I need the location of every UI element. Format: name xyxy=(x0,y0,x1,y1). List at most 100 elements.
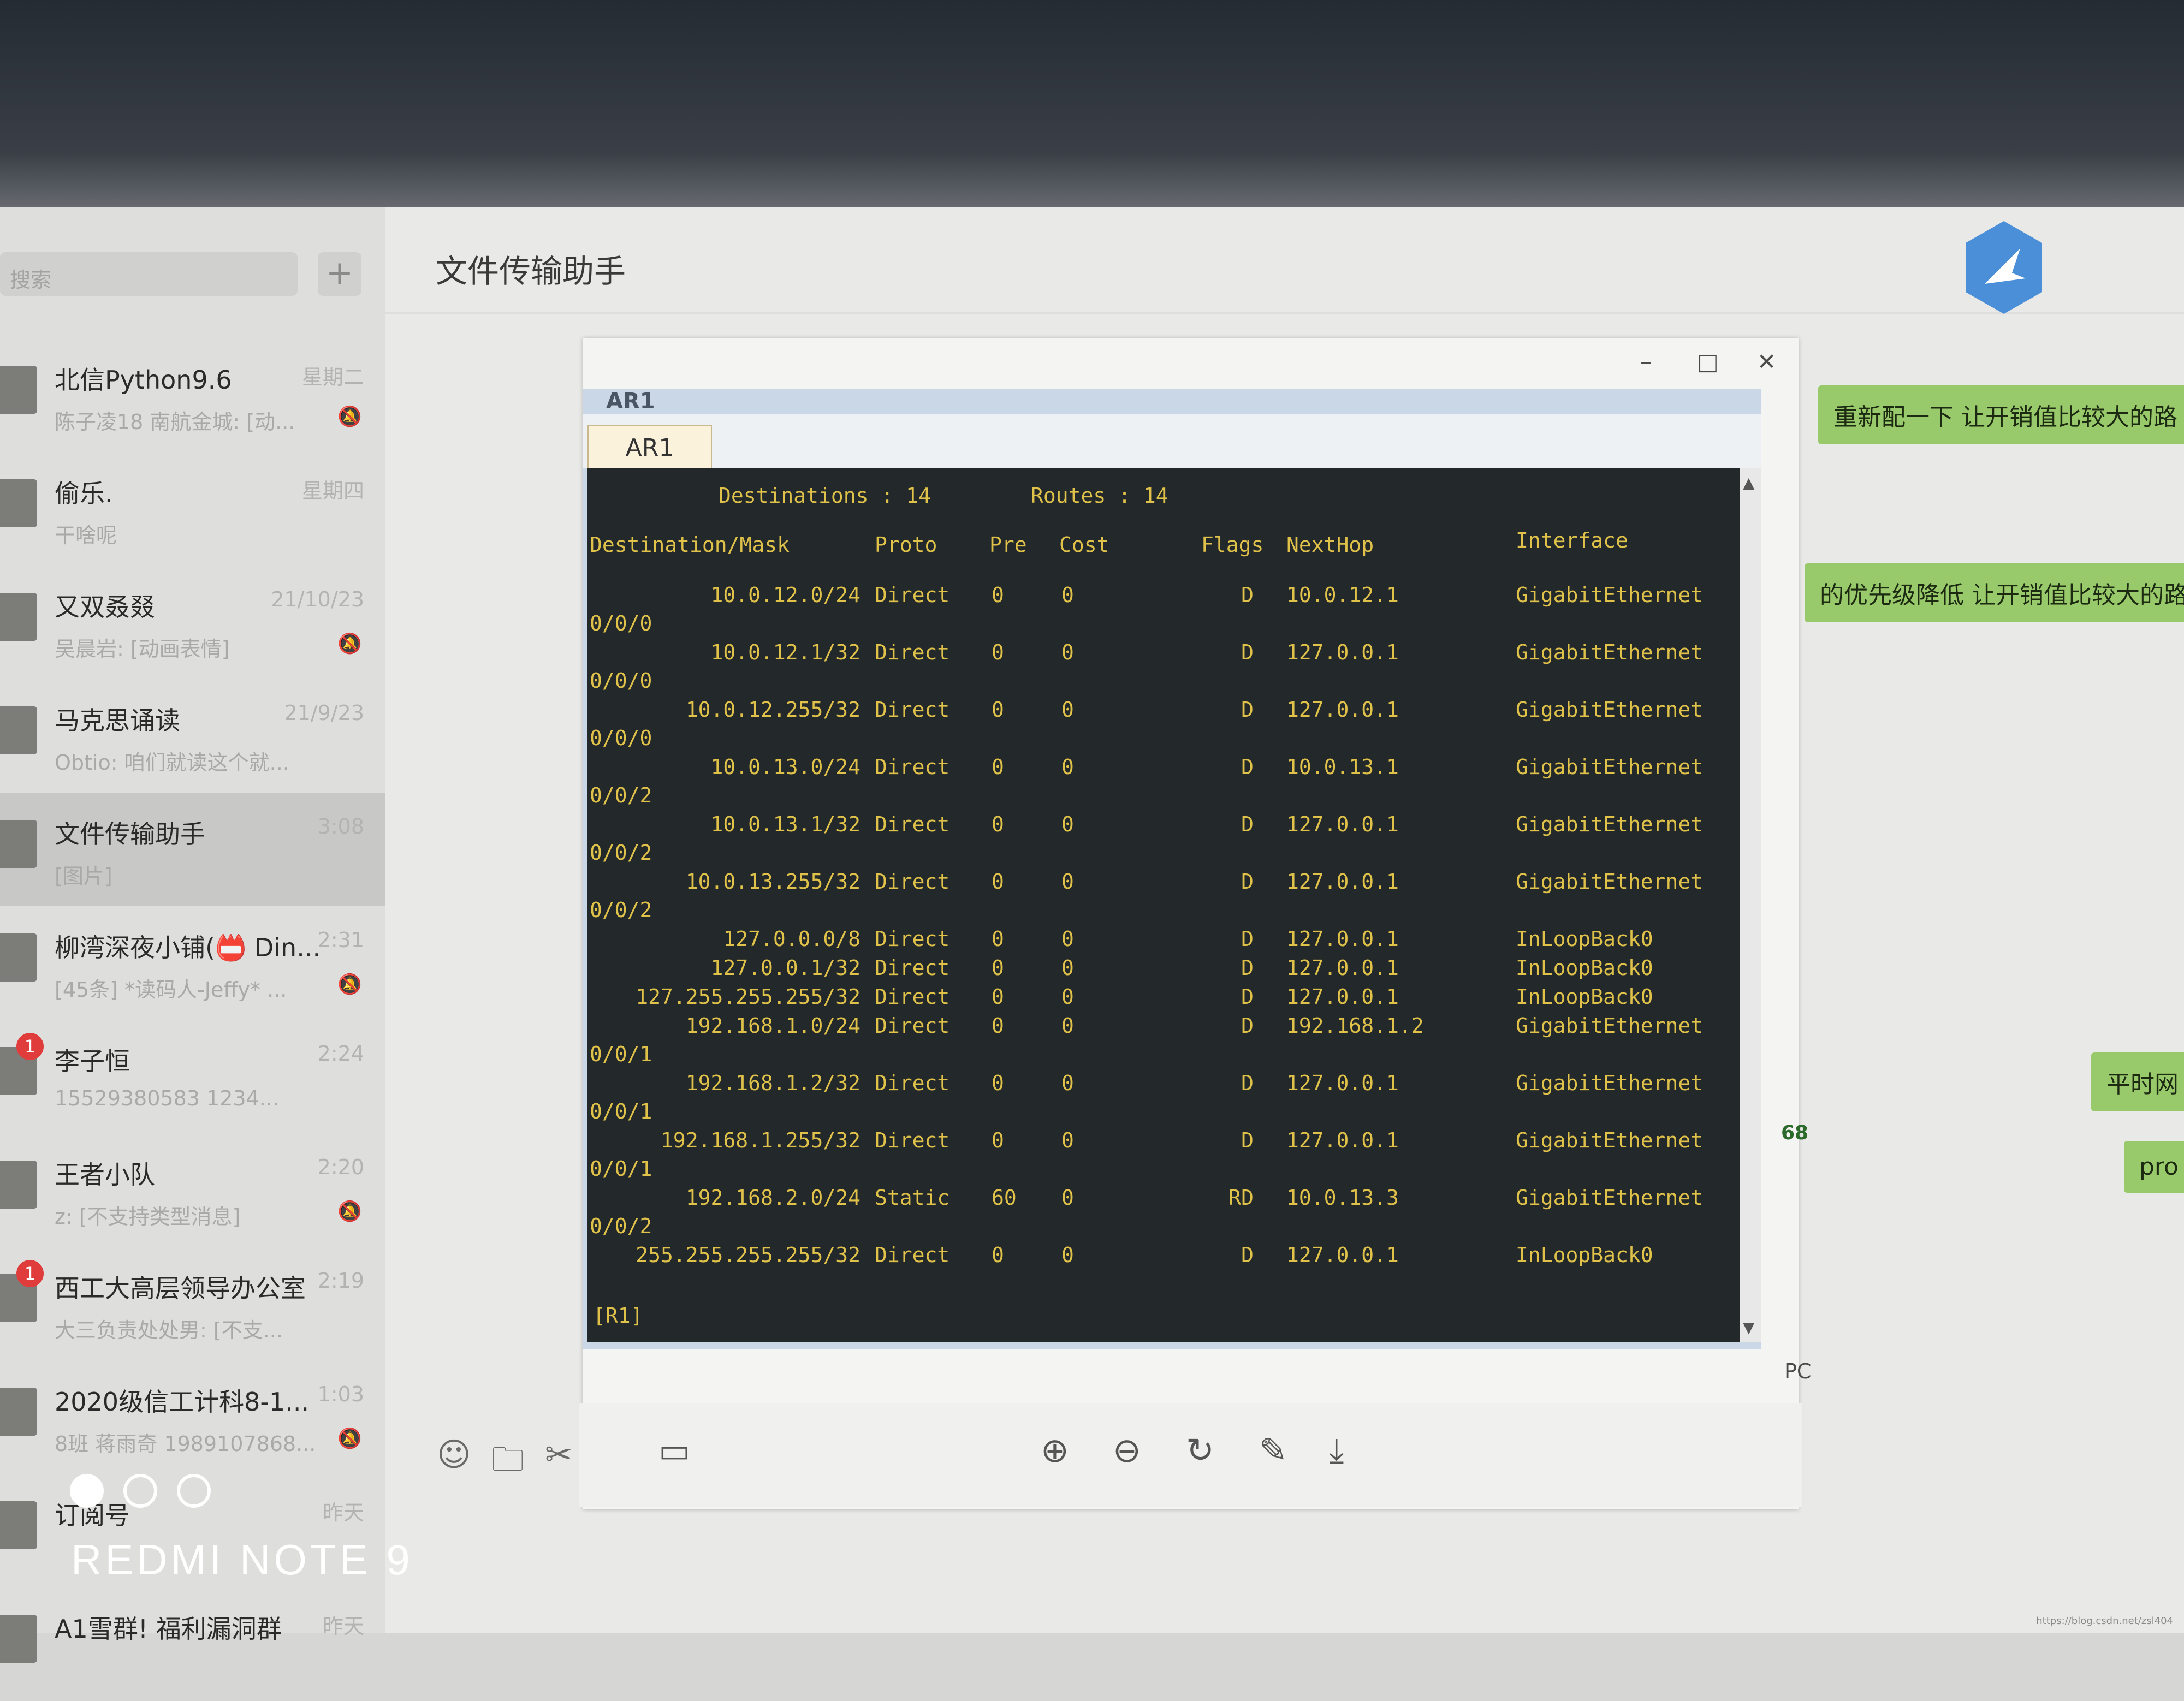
route-dest: 192.168.1.0/24 xyxy=(685,1014,860,1038)
route-pre: 0 xyxy=(992,1014,1004,1038)
maximize-button[interactable]: □ xyxy=(1697,348,1719,375)
route-interface: GigabitEthernet xyxy=(1516,640,1704,664)
minimize-button[interactable]: – xyxy=(1640,348,1652,375)
avatar xyxy=(0,479,37,527)
chat-name: 西工大高层领导办公室 xyxy=(55,1274,306,1303)
emoji-icon[interactable]: ☺ xyxy=(437,1436,471,1474)
route-proto: Direct xyxy=(875,1071,950,1095)
message-bubble[interactable]: 的优先级降低 让开销值比较大的路 xyxy=(1805,563,2184,622)
route-flags: D xyxy=(1241,956,1254,980)
route-interface-port: 0/0/2 xyxy=(590,783,652,807)
zoom-out-icon[interactable]: ⊖ xyxy=(1113,1430,1141,1470)
route-cost: 0 xyxy=(1061,985,1074,1009)
scroll-up-icon[interactable]: ▲ xyxy=(1743,474,1755,492)
scissors-icon[interactable]: ✂ xyxy=(545,1436,572,1474)
chat-name: 李子恒 xyxy=(55,1046,130,1076)
rotate-icon[interactable]: ↻ xyxy=(1186,1430,1214,1470)
route-proto: Direct xyxy=(875,755,950,779)
cli-prompt[interactable]: [R1] xyxy=(593,1304,643,1328)
chat-preview: 吴晨岩: [动画表情] xyxy=(55,637,230,661)
route-dest: 127.0.0.0/8 xyxy=(723,927,860,951)
terminal-output: Destinations : 14 Routes : 14 Destinatio… xyxy=(587,468,1740,1342)
close-button[interactable]: ✕ xyxy=(1757,348,1776,375)
route-nexthop: 127.0.0.1 xyxy=(1286,1243,1399,1267)
route-cost: 0 xyxy=(1061,1186,1074,1210)
message-bubble[interactable]: 重新配一下 让开销值比较大的路 xyxy=(1818,385,2184,444)
chat-name: 文件传输助手 xyxy=(55,819,205,849)
chat-name: 又双叒叕 xyxy=(55,592,155,622)
route-pre: 0 xyxy=(992,583,1004,607)
col-header-pre: Pre xyxy=(989,533,1027,557)
route-proto: Direct xyxy=(875,812,950,836)
avatar xyxy=(0,593,37,641)
route-nexthop: 127.0.0.1 xyxy=(1286,870,1399,894)
route-cost: 0 xyxy=(1061,1243,1074,1267)
add-button[interactable]: + xyxy=(318,252,361,296)
route-pre: 0 xyxy=(992,927,1004,951)
route-flags: D xyxy=(1241,698,1254,722)
search-input[interactable]: 搜索 xyxy=(0,252,298,296)
route-interface-port: 0/0/2 xyxy=(590,898,652,922)
route-interface-port: 0/0/1 xyxy=(590,1157,652,1181)
ar1-window-title: AR1 xyxy=(606,389,655,414)
route-cost: 0 xyxy=(1061,956,1074,980)
chat-name: 2020级信工计科8-1... xyxy=(55,1387,310,1417)
tab-ar1[interactable]: AR1 xyxy=(587,425,712,469)
route-nexthop: 127.0.0.1 xyxy=(1286,985,1399,1009)
chat-item[interactable]: 偷乐. 星期四 干啥呢 xyxy=(0,452,385,566)
col-header-interface: Interface xyxy=(1516,528,1628,552)
route-proto: Direct xyxy=(875,1128,950,1152)
route-summary: Destinations : 14 Routes : 14 xyxy=(719,484,1168,508)
message-bubble[interactable]: 平时网 xyxy=(2091,1052,2184,1111)
route-nexthop: 10.0.12.1 xyxy=(1286,583,1399,607)
chat-item[interactable]: 柳湾深夜小铺(📛 Din... 2:31 [45条] *读码人-Jeffy* ...… xyxy=(0,906,385,1020)
mute-icon: 🔕 xyxy=(337,1428,362,1450)
chat-name: 偷乐. xyxy=(55,479,113,508)
chat-item[interactable]: 北信Python9.6 星期二 陈子凌18 南航金城: [动... 🔕 xyxy=(0,338,385,452)
route-dest: 10.0.13.255/32 xyxy=(685,870,860,894)
chat-item[interactable]: 又双叒叕 21/10/23 吴晨岩: [动画表情] 🔕 xyxy=(0,566,385,679)
chat-preview: [45条] *读码人-Jeffy* ... xyxy=(55,978,287,1002)
route-interface-port: 0/0/0 xyxy=(590,669,652,693)
terminal-scrollbar[interactable]: ▲ ▼ xyxy=(1740,468,1761,1342)
route-cost: 0 xyxy=(1061,640,1074,664)
zoom-in-icon[interactable]: ⊕ xyxy=(1041,1430,1069,1470)
route-dest: 10.0.12.1/32 xyxy=(710,640,860,664)
chat-time: 昨天 xyxy=(322,1501,364,1525)
route-flags: RD xyxy=(1228,1186,1254,1210)
route-proto: Direct xyxy=(875,583,950,607)
chat-item[interactable]: 2020级信工计科8-1... 1:03 8班 蒋雨奇 1989107868... 🔕 xyxy=(0,1360,385,1474)
camera-dots xyxy=(70,1474,230,1510)
scroll-down-icon[interactable]: ▼ xyxy=(1743,1318,1755,1336)
chat-preview: 陈子凌18 南航金城: [动... xyxy=(55,410,295,434)
chat-name: 王者小队 xyxy=(55,1160,155,1189)
chat-name: 柳湾深夜小铺(📛 Din... xyxy=(55,933,321,962)
chat-preview: 干啥呢 xyxy=(55,524,117,548)
route-flags: D xyxy=(1241,1243,1254,1267)
thumbnail-icon[interactable]: ▭ xyxy=(658,1430,691,1470)
route-interface: GigabitEthernet xyxy=(1516,755,1704,779)
folder-icon[interactable]: 🗀 xyxy=(491,1436,524,1491)
route-pre: 60 xyxy=(992,1186,1017,1210)
chat-item[interactable]: A1雪群! 福利漏洞群 昨天 xyxy=(0,1587,385,1701)
chat-preview: 15529380583 1234... xyxy=(55,1086,279,1110)
chat-item[interactable]: 李子恒 2:24 15529380583 1234... 1 xyxy=(0,1020,385,1133)
chat-preview: z: [不支持类型消息] xyxy=(55,1205,241,1229)
chat-item[interactable]: 马克思诵读 21/9/23 Obtio: 咱们就读这个就... xyxy=(0,679,385,793)
col-header-nexthop: NextHop xyxy=(1286,533,1374,557)
edit-icon[interactable]: ✎ xyxy=(1259,1430,1287,1470)
route-flags: D xyxy=(1241,1071,1254,1095)
chat-time: 2:31 xyxy=(317,928,364,952)
chat-item[interactable]: 文件传输助手 3:08 [图片] xyxy=(0,793,385,906)
chat-name: 北信Python9.6 xyxy=(55,365,232,395)
route-flags: D xyxy=(1241,927,1254,951)
route-interface: InLoopBack0 xyxy=(1516,927,1653,951)
chat-title: 文件传输助手 xyxy=(436,253,626,290)
route-proto: Static xyxy=(875,1186,950,1210)
route-nexthop: 127.0.0.1 xyxy=(1286,1128,1399,1152)
download-icon[interactable]: ⤓ xyxy=(1329,1430,1344,1471)
route-interface: GigabitEthernet xyxy=(1516,1128,1704,1152)
chat-item[interactable]: 王者小队 2:20 z: [不支持类型消息] 🔕 xyxy=(0,1133,385,1247)
chat-item[interactable]: 西工大高层领导办公室 2:19 大三负责处处男: [不支... 1 xyxy=(0,1247,385,1360)
message-bubble[interactable]: pro xyxy=(2124,1141,2184,1193)
